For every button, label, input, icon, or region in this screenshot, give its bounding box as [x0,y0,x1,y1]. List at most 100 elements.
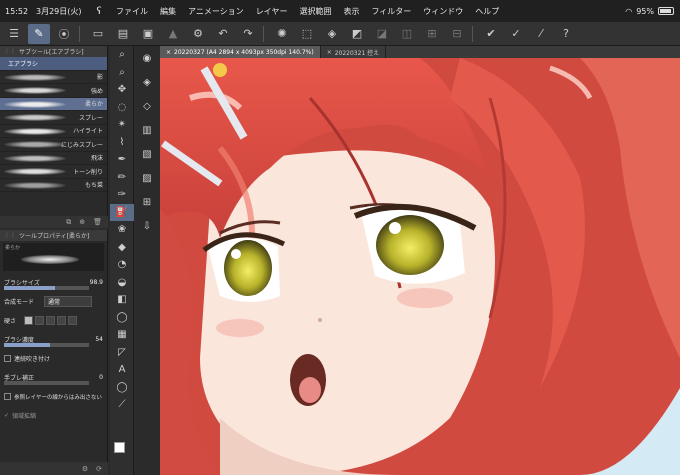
menu-selection[interactable]: 選択範囲 [293,6,337,17]
drag-handle-icon[interactable]: ⋮⋮ [4,232,16,239]
refer-layer-row[interactable]: 参照レイヤーの線からはみ出さない [0,387,107,406]
brush-icon[interactable]: ✑ [110,186,134,204]
frame-icon[interactable]: ▦ [110,326,134,344]
decoration-icon[interactable]: ❀ [110,221,134,239]
menu-animation[interactable]: アニメーション [182,6,250,17]
settings-icon[interactable]: ⚙ [187,24,209,44]
blend-icon[interactable]: ◔ [110,256,134,274]
fill-bucket-icon[interactable]: ◒ [110,274,134,292]
pen-icon[interactable]: ✒ [110,151,134,169]
lasso-icon[interactable]: ◌ [110,99,134,117]
auto-action-icon[interactable]: ⊞ [136,190,158,214]
expand-row[interactable]: ✓ 領域拡縮 [0,406,107,425]
deselect-icon[interactable]: ✺ [271,24,293,44]
line-adjust-icon[interactable]: ⁄ [530,24,552,44]
export-icon[interactable]: ▲ [162,24,184,44]
color-swatch[interactable] [114,442,130,458]
refer-layer-checkbox[interactable] [4,393,11,400]
check-stroke-icon[interactable]: ✔ [480,24,502,44]
main-color[interactable] [114,442,125,453]
hardness-option[interactable] [68,316,78,325]
eyedropper-icon[interactable]: ⌇ [110,134,134,152]
drag-handle-icon[interactable]: ⋮⋮ [4,48,16,55]
density-value[interactable]: 54 [95,336,103,343]
tab-20220327[interactable]: × 20220327 (A4 2894 x 4093px 350dpi 140.… [160,46,321,58]
flip-icon[interactable]: ◪ [371,24,393,44]
ruler-icon[interactable]: ◸ [110,344,134,362]
brush-item-shadow[interactable]: 影 [0,71,107,84]
rotate-icon[interactable]: ◫ [396,24,418,44]
brush-size-value[interactable]: 98.9 [90,279,103,286]
delete-subtool-icon[interactable]: 🗑 [93,218,102,226]
close-icon[interactable]: × [327,49,332,56]
balloon-icon[interactable]: ◯ [110,379,134,397]
layer-icon[interactable]: ◈ [136,70,158,94]
density-row[interactable]: ブラシ濃度 54 [0,330,107,349]
eraser-icon[interactable]: ◆ [110,239,134,257]
wrench-settings-icon[interactable]: ⚙ [82,465,88,473]
color-set-icon[interactable]: ▧ [136,142,158,166]
gradient-icon[interactable]: ◧ [110,291,134,309]
open-file-icon[interactable]: ▤ [112,24,134,44]
menu-layer[interactable]: レイヤー [250,6,294,17]
brush-size-slider[interactable] [4,286,89,290]
simplified-mode-icon[interactable]: ✎ [28,23,50,44]
move-icon[interactable]: ✥ [110,81,134,99]
add-subtool-icon[interactable]: ⊕ [79,218,85,226]
subtool-category[interactable]: エアブラシ [0,57,107,71]
brush-item-blur-spray[interactable]: にじみスプレー [0,138,107,152]
fill-icon[interactable]: ◈ [321,24,343,44]
brush-item-highlight[interactable]: ハイライト [0,125,107,138]
redo-icon[interactable]: ↷ [237,24,259,44]
undo-icon[interactable]: ↶ [212,24,234,44]
hardness-option[interactable] [35,316,45,325]
clear-icon[interactable]: ⬚ [296,24,318,44]
stabilization-value[interactable]: 0 [99,374,103,381]
new-file-icon[interactable]: ▭ [87,24,109,44]
menu-view[interactable]: 表示 [337,6,365,17]
expand-checkbox-icon[interactable]: ✓ [4,412,9,419]
brush-item-tone-scrape[interactable]: トーン削り [0,165,107,179]
reset-icon[interactable]: ⟳ [96,465,102,473]
smoothing-icon[interactable]: ✓ [505,24,527,44]
menu-window[interactable]: ウィンドウ [417,6,469,17]
correct-line-icon[interactable]: ⟋ [110,396,134,414]
brush-item-strong[interactable]: 強め [0,84,107,98]
hardness-selector[interactable] [24,316,78,325]
navigator-icon[interactable]: ◉ [136,46,158,70]
continuous-row[interactable]: 連続吹き付け [0,349,107,368]
menu-file[interactable]: ファイル [110,6,154,17]
stabilization-slider[interactable] [4,381,89,385]
crop-icon[interactable]: ⊞ [421,24,443,44]
continuous-checkbox[interactable] [4,355,11,362]
text-icon[interactable]: A [110,361,134,379]
help-icon[interactable]: ? [555,24,577,44]
brush-size-row[interactable]: ブラシサイズ 98.9 [0,273,107,292]
trim-icon[interactable]: ⊟ [446,24,468,44]
drawing-canvas[interactable] [160,58,680,475]
pencil-icon[interactable]: ✏ [110,169,134,187]
menu-edit[interactable]: 編集 [154,6,182,17]
layer-property-icon[interactable]: ◇ [136,94,158,118]
quick-access-icon[interactable]: ⦿ [53,24,75,44]
menu-help[interactable]: ヘルプ [469,6,505,17]
save-icon[interactable]: ▣ [137,24,159,44]
auto-select-icon[interactable]: ✴ [110,116,134,134]
close-icon[interactable]: × [166,49,171,56]
hardness-option[interactable] [24,316,34,325]
zoom-icon[interactable]: ⌕ [110,46,134,64]
blend-mode-dropdown[interactable]: 通常 [44,296,93,307]
hamburger-menu-icon[interactable]: ☰ [3,24,25,44]
brush-item-soft[interactable]: 柔らか [0,97,107,111]
menu-filter[interactable]: フィルター [365,6,417,17]
brush-item-mochina[interactable]: もち菜 [0,179,107,192]
tab-20220321[interactable]: × 20220321 控え [321,46,387,58]
hardness-option[interactable] [46,316,56,325]
import-icon[interactable]: ⇩ [136,214,158,238]
density-slider[interactable] [4,343,89,347]
app-logo-icon[interactable]: ʕ [88,6,110,17]
figure-icon[interactable]: ◯ [110,309,134,327]
brush-item-splash[interactable]: 飛沫 [0,152,107,165]
brush-item-spray[interactable]: スプレー [0,111,107,125]
copy-subtool-icon[interactable]: ⧉ [66,218,71,227]
